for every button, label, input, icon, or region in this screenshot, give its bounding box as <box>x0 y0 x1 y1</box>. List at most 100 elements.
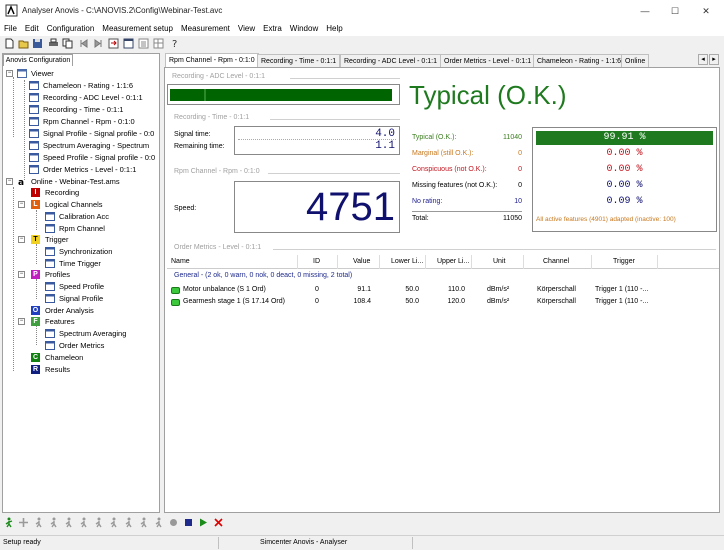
figure-step-icon[interactable] <box>138 517 149 528</box>
window-title: Analyser Anovis - C:\ANOVIS.2\Config\Web… <box>22 6 223 15</box>
grid-view-icon[interactable] <box>153 38 164 49</box>
menu-file[interactable]: File <box>0 22 21 36</box>
tree-features[interactable]: Features <box>45 316 75 327</box>
metric-name: Motor unbalance (S 1 Ord) <box>183 286 266 293</box>
tree-viewer-item[interactable]: Rpm Channel - Rpm - 0:1:0 <box>43 116 135 127</box>
tab-recording-adc-level[interactable]: Recording - ADC Level - 0:1:1 <box>340 54 441 67</box>
print-icon[interactable] <box>48 38 59 49</box>
collapse-toggle[interactable]: − <box>6 70 13 77</box>
tab-order-metrics[interactable]: Order Metrics - Level - 0:1:1 <box>440 54 536 67</box>
tab-scroll-right-icon[interactable]: ▸ <box>709 54 719 65</box>
column-trigger[interactable]: Trigger <box>613 258 635 265</box>
tree-synchronization[interactable]: Synchronization <box>59 246 112 257</box>
stop-icon[interactable] <box>183 517 194 528</box>
tab-anovis-configuration[interactable]: Anovis Configuration <box>3 54 73 66</box>
new-file-icon[interactable] <box>4 38 15 49</box>
collapse-toggle[interactable]: − <box>6 178 13 185</box>
collapse-toggle[interactable]: − <box>18 318 25 325</box>
tab-online[interactable]: Online <box>621 54 650 67</box>
tree-results[interactable]: Results <box>45 364 70 375</box>
window-view-icon <box>29 153 39 162</box>
minimize-button[interactable]: — <box>636 4 654 18</box>
tree-viewer[interactable]: Viewer <box>31 68 54 79</box>
column-id[interactable]: ID <box>313 258 320 265</box>
copy-icon[interactable] <box>62 38 73 49</box>
tree-viewer-item[interactable]: Speed Profile - Signal profile - 0:0 <box>43 152 155 163</box>
tree-order-analysis[interactable]: Order Analysis <box>45 305 94 316</box>
maximize-button[interactable]: ☐ <box>666 4 684 18</box>
status-bar: Setup ready Simcenter Anovis - Analyser <box>0 535 724 550</box>
menu-view[interactable]: View <box>234 22 259 36</box>
tab-rpm-channel[interactable]: Rpm Channel - Rpm - 0:1:0 <box>165 53 259 67</box>
tree-viewer-item[interactable]: Recording - ADC Level - 0:1:1 <box>43 92 143 103</box>
collapse-toggle[interactable]: − <box>18 271 25 278</box>
menu-help[interactable]: Help <box>322 22 346 36</box>
column-name[interactable]: Name <box>171 258 190 265</box>
tree-viewer-item[interactable]: Signal Profile - Signal profile - 0:0 <box>43 128 154 139</box>
figure-step-icon[interactable] <box>33 517 44 528</box>
skip-back-icon[interactable] <box>78 38 89 49</box>
tab-chameleon-rating[interactable]: Chameleon - Rating - 1:1:6 <box>533 54 626 67</box>
tree-calibration-acc[interactable]: Calibration Acc <box>59 211 109 222</box>
metrics-table-header: Name ID Value Lower Li... Upper Li... Un… <box>167 255 719 269</box>
close-button[interactable]: ✕ <box>697 4 715 18</box>
record-icon[interactable] <box>168 517 179 528</box>
figure-step-icon[interactable] <box>153 517 164 528</box>
cancel-icon[interactable] <box>213 517 224 528</box>
tree-signal-profile[interactable]: Signal Profile <box>59 293 103 304</box>
tree-speed-profile[interactable]: Speed Profile <box>59 281 104 292</box>
signal-time-value: 4.0 <box>375 128 395 140</box>
tree-recording[interactable]: Recording <box>45 187 79 198</box>
tree-logical-channels[interactable]: Logical Channels <box>45 199 103 210</box>
percent-marginal: 0.00 % <box>606 148 643 159</box>
save-icon[interactable] <box>32 38 43 49</box>
figure-step-icon[interactable] <box>93 517 104 528</box>
menu-measurement[interactable]: Measurement <box>177 22 234 36</box>
open-folder-icon[interactable] <box>18 38 29 49</box>
column-lower-limit[interactable]: Lower Li... <box>391 258 423 265</box>
figure-step-icon[interactable] <box>108 517 119 528</box>
figure-step-icon[interactable] <box>123 517 134 528</box>
tab-recording-time[interactable]: Recording - Time - 0:1:1 <box>257 54 341 67</box>
tree-order-metrics[interactable]: Order Metrics <box>59 340 104 351</box>
list-view-icon[interactable] <box>138 38 149 49</box>
window-icon[interactable] <box>123 38 134 49</box>
menu-window[interactable]: Window <box>286 22 322 36</box>
menu-configuration[interactable]: Configuration <box>43 22 99 36</box>
time-display: 4.0 1.1 <box>234 126 400 155</box>
metrics-group-general[interactable]: General - (2 ok, 0 warn, 0 nok, 0 deact,… <box>174 272 352 279</box>
figure-step-icon[interactable] <box>63 517 74 528</box>
column-channel[interactable]: Channel <box>543 258 569 265</box>
run-figure-icon[interactable] <box>3 517 14 528</box>
column-value[interactable]: Value <box>353 258 370 265</box>
collapse-toggle[interactable]: − <box>18 201 25 208</box>
import-icon[interactable] <box>108 38 119 49</box>
figure-step-icon[interactable] <box>48 517 59 528</box>
table-row[interactable]: Gearmesh stage 1 (S 17.14 Ord) 0 108.4 5… <box>167 297 719 309</box>
tree-viewer-item[interactable]: Recording - Time - 0:1:1 <box>43 104 123 115</box>
add-icon[interactable] <box>18 517 29 528</box>
tab-scroll-left-icon[interactable]: ◂ <box>698 54 708 65</box>
tree-time-trigger[interactable]: Time Trigger <box>59 258 101 269</box>
collapse-toggle[interactable]: − <box>18 236 25 243</box>
tree-rpm-channel[interactable]: Rpm Channel <box>59 223 105 234</box>
column-unit[interactable]: Unit <box>493 258 505 265</box>
play-icon[interactable] <box>198 517 209 528</box>
table-row[interactable]: Motor unbalance (S 1 Ord) 0 91.1 50.0 11… <box>167 285 719 297</box>
tree-viewer-item[interactable]: Order Metrics - Level - 0:1:1 <box>43 164 136 175</box>
tree-viewer-item[interactable]: Chameleon - Rating - 1:1:6 <box>43 80 133 91</box>
toolbar: ? <box>0 36 724 52</box>
menu-extra[interactable]: Extra <box>259 22 286 36</box>
tree-chameleon[interactable]: Chameleon <box>45 352 83 363</box>
tree-trigger[interactable]: Trigger <box>45 234 68 245</box>
tree-online[interactable]: Online - Webinar-Test.ams <box>31 176 120 187</box>
skip-forward-icon[interactable] <box>93 38 104 49</box>
tree-profiles[interactable]: Profiles <box>45 269 70 280</box>
help-icon[interactable]: ? <box>169 38 180 49</box>
menu-measurement-setup[interactable]: Measurement setup <box>98 22 177 36</box>
tree-spectrum-averaging[interactable]: Spectrum Averaging <box>59 328 126 339</box>
column-upper-limit[interactable]: Upper Li... <box>437 258 469 265</box>
menu-edit[interactable]: Edit <box>21 22 43 36</box>
figure-step-icon[interactable] <box>78 517 89 528</box>
tree-viewer-item[interactable]: Spectrum Averaging - Spectrum <box>43 140 149 151</box>
